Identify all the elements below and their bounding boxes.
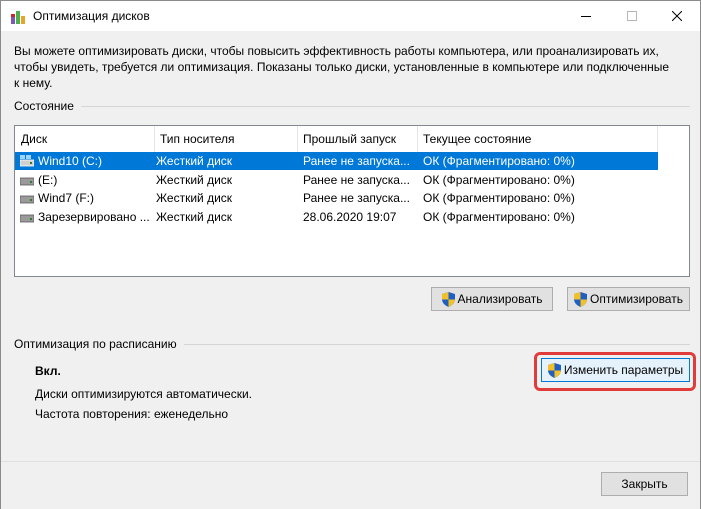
schedule-frequency: Частота повторения: еженедельно (35, 407, 229, 421)
schedule-divider (184, 344, 690, 345)
last-run: Ранее не запуска... (303, 191, 410, 205)
change-settings-button[interactable]: Изменить параметры (541, 358, 690, 382)
uac-shield-icon (441, 291, 455, 307)
drive-list[interactable]: Диск Тип носителя Прошлый запуск Текущее… (14, 125, 690, 277)
current-state: ОК (Фрагментировано: 0%) (423, 154, 575, 168)
drive-row[interactable]: Wind7 (F:) Жесткий диск Ранее не запуска… (15, 189, 689, 207)
column-header-state[interactable]: Текущее состояние (417, 126, 657, 152)
uac-shield-icon (547, 362, 561, 378)
minimize-button[interactable] (563, 1, 609, 31)
drive-row[interactable]: (E:) Жесткий диск Ранее не запуска... ОК… (15, 171, 689, 189)
maximize-icon (627, 11, 637, 21)
maximize-button[interactable] (609, 1, 655, 31)
media-type: Жесткий диск (156, 191, 233, 205)
current-state: ОК (Фрагментировано: 0%) (423, 210, 575, 224)
close-button[interactable]: Закрыть (601, 472, 688, 496)
last-run: 28.06.2020 19:07 (303, 210, 397, 224)
column-separator[interactable] (657, 126, 658, 152)
current-state: ОК (Фрагментировано: 0%) (423, 191, 575, 205)
schedule-state: Вкл. (35, 364, 61, 378)
optimize-label: Оптимизировать (590, 292, 683, 306)
window-title: Оптимизация дисков (33, 9, 150, 23)
column-header-last-run[interactable]: Прошлый запуск (297, 126, 417, 152)
last-run: Ранее не запуска... (303, 154, 410, 168)
analyze-button[interactable]: Анализировать (431, 287, 553, 311)
title-bar[interactable]: Оптимизация дисков (1, 1, 700, 31)
status-section-label: Состояние (14, 99, 74, 113)
close-label: Закрыть (621, 477, 668, 491)
current-state: ОК (Фрагментировано: 0%) (423, 173, 575, 187)
media-type: Жесткий диск (156, 173, 233, 187)
drive-row[interactable]: Зарезервировано ... Жесткий диск 28.06.2… (15, 208, 689, 226)
status-divider (81, 106, 690, 107)
disk-name: Wind7 (F:) (38, 191, 95, 205)
drive-icon (20, 214, 34, 223)
disk-name: (E:) (38, 173, 58, 187)
drive-row[interactable]: Wind10 (C:) Жесткий диск Ранее не запуск… (15, 152, 658, 170)
disk-name: Wind10 (C:) (38, 154, 103, 168)
column-header-disk[interactable]: Диск (15, 126, 154, 152)
analyze-label: Анализировать (457, 292, 543, 306)
windows-drive-icon (20, 155, 34, 167)
drive-icon (20, 177, 34, 186)
disk-name: Зарезервировано ... (38, 210, 150, 224)
defrag-app-icon (11, 11, 25, 24)
close-window-button[interactable] (654, 1, 700, 31)
intro-text: Вы можете оптимизировать диски, чтобы по… (14, 44, 670, 90)
footer-bar: Закрыть (1, 461, 700, 509)
close-icon (672, 11, 682, 21)
last-run: Ранее не запуска... (303, 173, 410, 187)
media-type: Жесткий диск (156, 154, 233, 168)
defrag-window: Оптимизация дисков Вы можете оптимизиров… (0, 0, 701, 509)
change-settings-label: Изменить параметры (563, 363, 684, 377)
media-type: Жесткий диск (156, 210, 233, 224)
schedule-section-label: Оптимизация по расписанию (14, 337, 177, 351)
column-header-media[interactable]: Тип носителя (154, 126, 297, 152)
schedule-description: Диски оптимизируются автоматически. (35, 387, 253, 401)
drive-list-header: Диск Тип носителя Прошлый запуск Текущее… (15, 126, 689, 152)
minimize-icon (581, 15, 591, 17)
optimize-button[interactable]: Оптимизировать (567, 287, 690, 311)
uac-shield-icon (574, 291, 588, 307)
drive-icon (20, 195, 34, 204)
